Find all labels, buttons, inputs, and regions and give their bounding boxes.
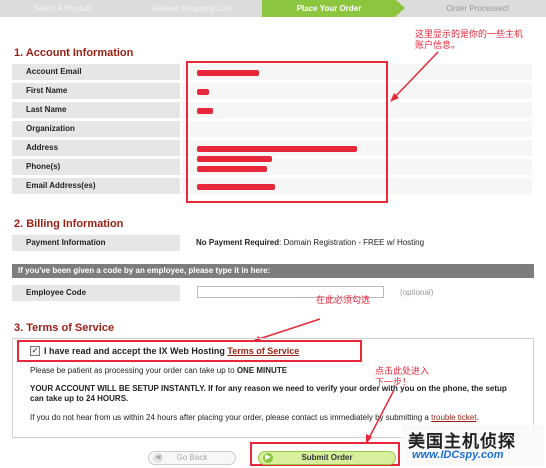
annotation-arrow-icon <box>390 51 439 102</box>
field-label: Phone(s) <box>12 159 180 175</box>
trouble-ticket-link[interactable]: trouble ticket <box>431 413 476 422</box>
field-label: Organization <box>12 121 180 137</box>
tos-checkbox[interactable]: ✓ <box>30 346 40 356</box>
tos-accept-line: I have read and accept the IX Web Hostin… <box>44 346 299 356</box>
back-arrow-icon: ◀ <box>153 453 163 463</box>
tos-contact-end: . <box>476 413 479 422</box>
submit-arrow-icon: ▶ <box>263 453 273 463</box>
submit-annotation: 点击此处进入下一步！ <box>375 366 430 387</box>
highlight-account-box <box>186 61 388 203</box>
tos-processing-note: Please be patient as processing your ord… <box>30 366 530 376</box>
tos-processing-text: Please be patient as processing your ord… <box>30 366 235 375</box>
payment-required-text: No Payment Required <box>196 238 280 247</box>
billing-info-title: 2. Billing Information <box>14 218 124 230</box>
field-label: Email Address(es) <box>12 178 180 194</box>
annotation-arrow-icon <box>366 389 395 444</box>
submit-order-label: Submit Order <box>301 453 353 462</box>
field-label: Address <box>12 140 180 156</box>
tos-title: 3. Terms of Service <box>14 322 115 334</box>
employee-code-header: If you've been given a code by an employ… <box>12 264 534 278</box>
tos-link[interactable]: Terms of Service <box>227 346 299 356</box>
watermark: 美国主机侦探 www.IDCspy.com <box>402 425 544 465</box>
payment-info-label: Payment Information <box>12 235 180 251</box>
step-place-order: Place Your Order <box>262 0 396 17</box>
step-order-processed: Order Processed! <box>446 4 510 13</box>
tos-setup-note: YOUR ACCOUNT WILL BE SETUP INSTANTLY. If… <box>30 384 507 403</box>
account-info-title: 1. Account Information <box>14 47 134 59</box>
step-arrow <box>396 0 405 16</box>
watermark-url: www.IDCspy.com <box>412 449 504 461</box>
submit-order-button[interactable]: ▶ Submit Order <box>258 451 396 465</box>
tos-accept-text: I have read and accept the IX Web Hostin… <box>44 346 225 356</box>
step-review-cart: Review Shopping Cart <box>152 4 233 13</box>
step-select-product: Select A Product <box>33 4 92 13</box>
go-back-label: Go Back <box>176 453 208 462</box>
employee-code-optional: (optional) <box>400 288 434 297</box>
field-label: First Name <box>12 83 180 99</box>
checkout-progress: Select A Product Review Shopping Cart Pl… <box>0 0 546 17</box>
field-label: Last Name <box>12 102 180 118</box>
payment-info-value: No Payment Required: Domain Registration… <box>182 235 532 251</box>
billing-row: Payment Information No Payment Required:… <box>12 235 532 251</box>
payment-detail-text: : Domain Registration - FREE w/ Hosting <box>279 238 425 247</box>
go-back-button[interactable]: ◀ Go Back <box>148 451 236 465</box>
employee-code-label: Employee Code <box>12 285 180 301</box>
tos-annotation: 在此必须勾选 <box>316 295 371 305</box>
tos-contact-note: If you do not hear from us within 24 hou… <box>30 413 510 423</box>
tos-one-minute: ONE MINUTE <box>236 366 288 375</box>
field-label: Account Email <box>12 64 180 80</box>
